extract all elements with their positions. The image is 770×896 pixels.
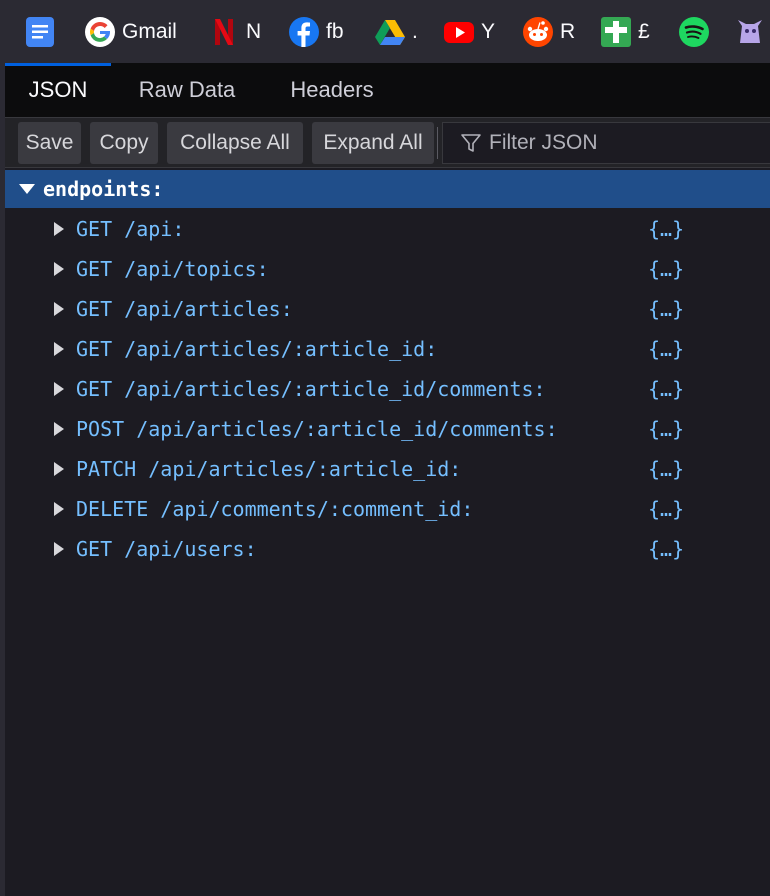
json-tree: endpoints: GET /api: {…} GET /api/topics… [5,168,770,896]
tree-key: GET /api/topics: [76,257,269,281]
save-button[interactable]: Save [18,122,81,164]
copy-button[interactable]: Copy [90,122,158,164]
collapsed-triangle-icon[interactable] [54,302,64,316]
tree-value: {…} [648,217,685,241]
purple-creature-icon [734,16,766,48]
bookmark-facebook[interactable]: fb [288,14,344,50]
collapsed-triangle-icon[interactable] [54,382,64,396]
tree-row[interactable]: GET /api/articles/:article_id/comments: … [5,369,770,409]
tree-value: {…} [648,457,685,481]
filter-placeholder: Filter JSON [489,131,598,154]
bookmark-spotify[interactable] [678,14,710,50]
tree-value: {…} [648,257,685,281]
plus-sign-icon [600,16,632,48]
netflix-icon [208,16,240,48]
bookmarks-toolbar: Gmail N fb . Y R £ [0,0,770,63]
filter-json-input[interactable]: Filter JSON [442,122,770,164]
tree-value: {…} [648,297,685,321]
collapsed-triangle-icon[interactable] [54,222,64,236]
collapsed-triangle-icon[interactable] [54,502,64,516]
google-icon [84,16,116,48]
tree-row[interactable]: GET /api/articles: {…} [5,289,770,329]
bookmark-google-drive[interactable]: . [374,14,418,50]
tree-value: {…} [648,417,685,441]
tree-value: {…} [648,497,685,521]
tree-key: DELETE /api/comments/:comment_id: [76,497,474,521]
bookmark-reddit[interactable]: R [522,14,575,50]
tree-row[interactable]: GET /api: {…} [5,209,770,249]
bookmark-gmail[interactable]: Gmail [84,14,177,50]
tree-value: {…} [648,337,685,361]
tree-row[interactable]: POST /api/articles/:article_id/comments:… [5,409,770,449]
bookmark-youtube[interactable]: Y [443,14,495,50]
tree-value: {…} [648,377,685,401]
youtube-icon [443,16,475,48]
tree-key: GET /api: [76,217,185,241]
tree-key: GET /api/articles/:article_id/comments: [76,377,546,401]
tab-json[interactable]: JSON [5,63,111,117]
google-docs-icon [24,16,56,48]
bookmark-purple-creature[interactable] [734,14,766,50]
tab-raw-data[interactable]: Raw Data [116,63,258,117]
viewer-tabs: JSON Raw Data Headers [5,63,770,117]
tree-key: GET /api/articles/:article_id: [76,337,438,361]
collapse-all-button[interactable]: Collapse All [167,122,303,164]
tree-row[interactable]: PATCH /api/articles/:article_id: {…} [5,449,770,489]
google-drive-icon [374,16,406,48]
expand-all-button[interactable]: Expand All [312,122,434,164]
tree-row[interactable]: GET /api/users: {…} [5,529,770,569]
filter-funnel-icon [459,131,483,155]
tree-key: PATCH /api/articles/:article_id: [76,457,462,481]
facebook-icon [288,16,320,48]
tab-headers[interactable]: Headers [267,63,397,117]
tree-row-endpoints[interactable]: endpoints: [5,170,770,208]
tree-key: GET /api/users: [76,537,257,561]
tree-key: endpoints: [43,177,164,201]
collapsed-triangle-icon[interactable] [54,462,64,476]
collapsed-triangle-icon[interactable] [54,262,64,276]
collapsed-triangle-icon[interactable] [54,542,64,556]
toolbar-separator [437,127,438,159]
collapsed-triangle-icon[interactable] [54,422,64,436]
bookmark-plus[interactable]: £ [600,14,650,50]
tree-key: GET /api/articles: [76,297,293,321]
tree-row[interactable]: GET /api/articles/:article_id: {…} [5,329,770,369]
bookmark-google-docs[interactable] [24,14,56,50]
collapsed-triangle-icon[interactable] [54,342,64,356]
expanded-triangle-icon[interactable] [19,184,35,194]
tree-row[interactable]: DELETE /api/comments/:comment_id: {…} [5,489,770,529]
tree-key: POST /api/articles/:article_id/comments: [76,417,558,441]
bookmark-netflix[interactable]: N [208,14,261,50]
reddit-icon [522,16,554,48]
tree-value: {…} [648,537,685,561]
spotify-icon [678,16,710,48]
json-toolbar: Save Copy Collapse All Expand All Filter… [5,117,770,168]
tree-row[interactable]: GET /api/topics: {…} [5,249,770,289]
